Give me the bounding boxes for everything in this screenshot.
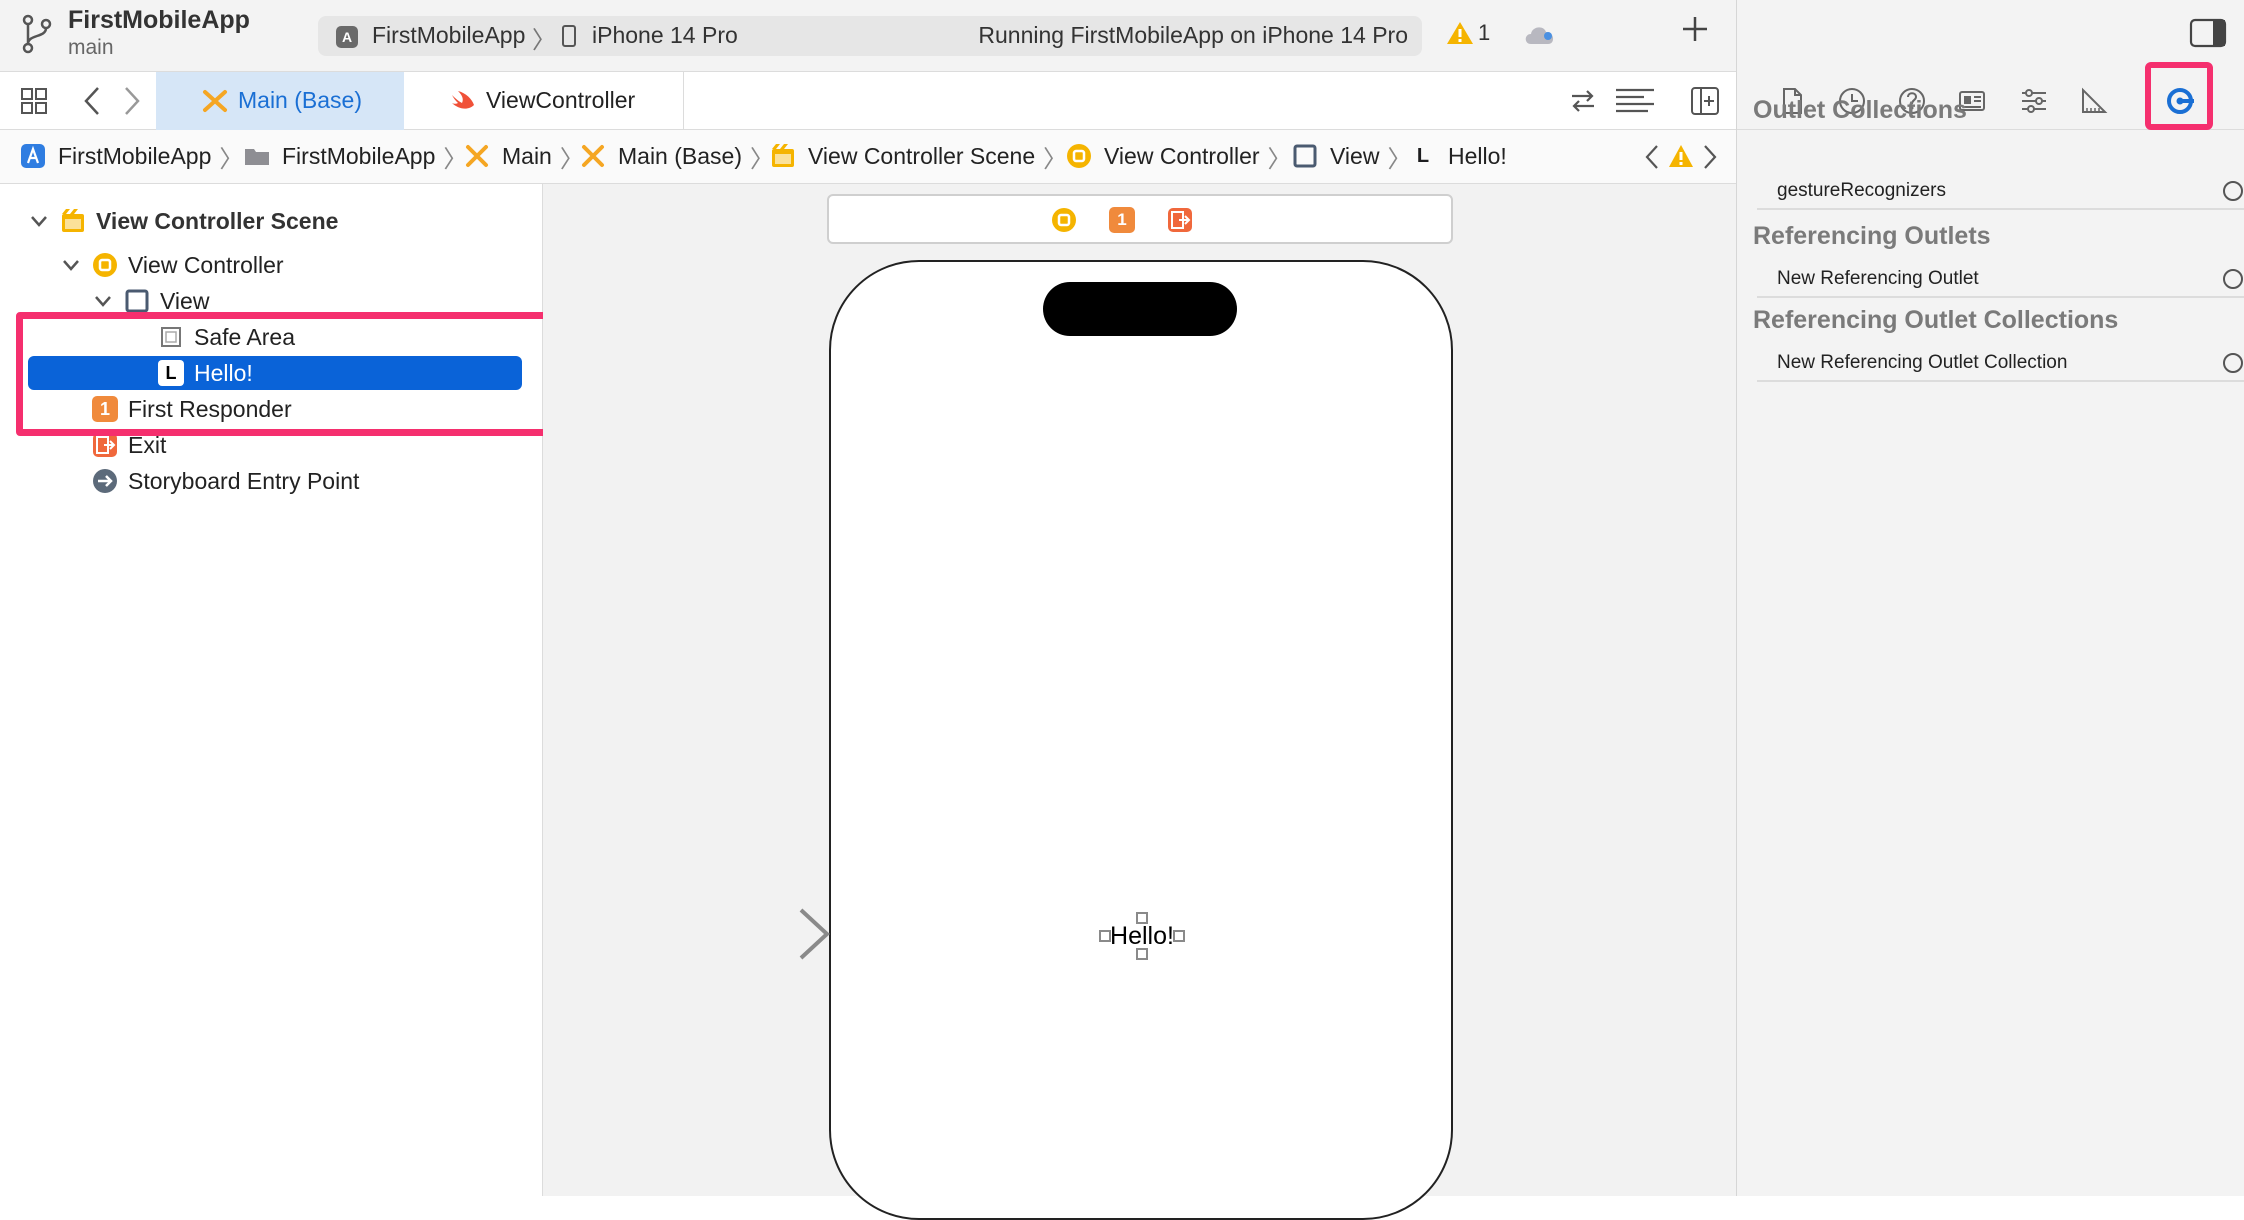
breadcrumb-scene[interactable]: View Controller Scene 〉: [770, 141, 1068, 173]
breadcrumb-storyboard-base[interactable]: Main (Base) 〉: [580, 141, 774, 173]
first-responder-icon[interactable]: 1: [1109, 207, 1135, 233]
tab-label: ViewController: [486, 87, 636, 113]
chevron-right-icon: 〉: [219, 145, 244, 173]
add-editor-pane-icon[interactable]: [1690, 86, 1720, 116]
disclosure-triangle-icon[interactable]: [92, 290, 114, 312]
navigate-forward-icon[interactable]: [122, 86, 142, 116]
storyboard-icon: [203, 90, 227, 112]
branch-name: main: [68, 36, 114, 59]
exit-icon[interactable]: [1167, 207, 1193, 233]
section-title-referencing-outlets: Referencing Outlets: [1753, 222, 1991, 250]
annotation-highlight-connections-tab: [2145, 62, 2213, 130]
breadcrumb-folder[interactable]: FirstMobileApp 〉: [244, 141, 467, 173]
project-name: FirstMobileApp: [68, 6, 250, 34]
size-inspector-icon[interactable]: [2079, 86, 2109, 116]
breadcrumb-label[interactable]: L Hello!: [1410, 141, 1507, 171]
view-controller-icon: [93, 253, 117, 277]
chevron-right-icon: 〉: [1387, 145, 1412, 173]
swap-arrows-icon[interactable]: [1568, 86, 1598, 116]
hello-label-selected[interactable]: Hello!: [1099, 912, 1185, 960]
view-icon: [125, 289, 149, 313]
breadcrumb-view[interactable]: View 〉: [1292, 141, 1412, 173]
entry-point-arrow-icon: [93, 469, 117, 493]
device-selector[interactable]: iPhone 14 Pro: [592, 22, 738, 49]
storyboard-canvas[interactable]: 1 Hello!: [543, 184, 1736, 1220]
attributes-inspector-icon[interactable]: [2019, 86, 2049, 116]
breadcrumb-storyboard[interactable]: Main 〉: [464, 141, 584, 173]
cloud-icon[interactable]: [1522, 22, 1558, 46]
scheme-selector[interactable]: FirstMobileApp: [372, 22, 525, 49]
annotation-highlight-outline: [16, 312, 560, 436]
jump-bar-breadcrumb: FirstMobileApp 〉 FirstMobileApp 〉 Main 〉 Ma…: [0, 130, 1736, 184]
iphone-device-frame[interactable]: [829, 260, 1453, 1220]
folder-icon: [245, 149, 269, 165]
outline-item-view-controller[interactable]: View Controller: [60, 248, 284, 282]
source-control-branch-icon[interactable]: [20, 14, 54, 54]
connection-circle-icon[interactable]: [2223, 269, 2243, 289]
resize-handle[interactable]: [1136, 912, 1148, 924]
hello-label-text: Hello!: [1110, 922, 1174, 950]
chevron-left-icon[interactable]: [1644, 144, 1660, 170]
add-library-icon[interactable]: [1680, 14, 1710, 44]
toggle-inspector-icon[interactable]: [2189, 18, 2227, 48]
app-target-icon: A: [336, 26, 358, 48]
scene-icon: [62, 209, 84, 232]
connection-row-new-referencing-outlet-collection: New Referencing Outlet Collection: [1757, 346, 2244, 382]
chevron-right-icon: 〉: [532, 27, 556, 54]
xcode-project-icon: [21, 144, 45, 168]
label-icon: L: [1416, 145, 1430, 167]
issue-warning-icon[interactable]: [1668, 144, 1694, 168]
view-icon: [1293, 144, 1317, 168]
scene-icon: [772, 144, 794, 167]
dynamic-island: [1043, 282, 1237, 336]
resize-handle[interactable]: [1173, 930, 1185, 942]
related-items-grid-icon[interactable]: [20, 87, 48, 115]
section-title-referencing-outlet-collections: Referencing Outlet Collections: [1753, 306, 2119, 334]
disclosure-triangle-icon[interactable]: [60, 254, 82, 276]
storyboard-icon: [466, 145, 488, 167]
storyboard-entry-arrow-icon[interactable]: [667, 906, 833, 962]
warning-count[interactable]: 1: [1478, 20, 1490, 46]
breadcrumb-project[interactable]: FirstMobileApp 〉: [20, 141, 244, 173]
outline-item-storyboard-entry-point[interactable]: Storyboard Entry Point: [92, 464, 359, 498]
swift-icon: [452, 91, 474, 109]
view-controller-icon: [1067, 144, 1091, 168]
window-toolbar: FirstMobileApp main A FirstMobileApp 〉 i…: [0, 0, 1736, 72]
outline-item-scene[interactable]: View Controller Scene: [28, 204, 338, 238]
chevron-right-icon[interactable]: [1702, 144, 1718, 170]
navigate-back-icon[interactable]: [82, 86, 102, 116]
iphone-icon: [562, 25, 576, 47]
storyboard-icon: [582, 145, 604, 167]
view-controller-icon[interactable]: [1051, 207, 1077, 233]
activity-status: Running FirstMobileApp on iPhone 14 Pro: [978, 22, 1408, 48]
tab-label: Main (Base): [238, 87, 362, 113]
scheme-activity-bar[interactable]: A FirstMobileApp 〉 iPhone 14 Pro Running…: [318, 16, 1422, 56]
resize-handle[interactable]: [1136, 948, 1148, 960]
warning-icon[interactable]: [1446, 20, 1474, 46]
chevron-right-icon: 〉: [1267, 145, 1292, 173]
section-title-outlet-collections: Outlet Collections: [1753, 96, 1967, 124]
tab-main-storyboard[interactable]: Main (Base): [156, 72, 404, 130]
disclosure-triangle-icon[interactable]: [28, 210, 50, 232]
resize-handle[interactable]: [1099, 930, 1111, 942]
connection-circle-icon[interactable]: [2223, 353, 2243, 373]
connection-circle-icon[interactable]: [2223, 181, 2243, 201]
editor-tab-bar: Main (Base) ViewController: [0, 72, 1736, 130]
editor-options-icon[interactable]: [1614, 86, 1656, 116]
chevron-right-icon: 〉: [1043, 145, 1068, 173]
connection-row-gesture-recognizers: gestureRecognizers: [1757, 174, 2244, 210]
inspector-panel: Outlet Collections gestureRecognizers Re…: [1736, 0, 2244, 1196]
connection-row-new-referencing-outlet: New Referencing Outlet: [1757, 262, 2244, 298]
breadcrumb-view-controller[interactable]: View Controller 〉: [1066, 141, 1292, 173]
tab-viewcontroller[interactable]: ViewController: [404, 72, 684, 130]
scene-dock: 1: [827, 194, 1453, 244]
